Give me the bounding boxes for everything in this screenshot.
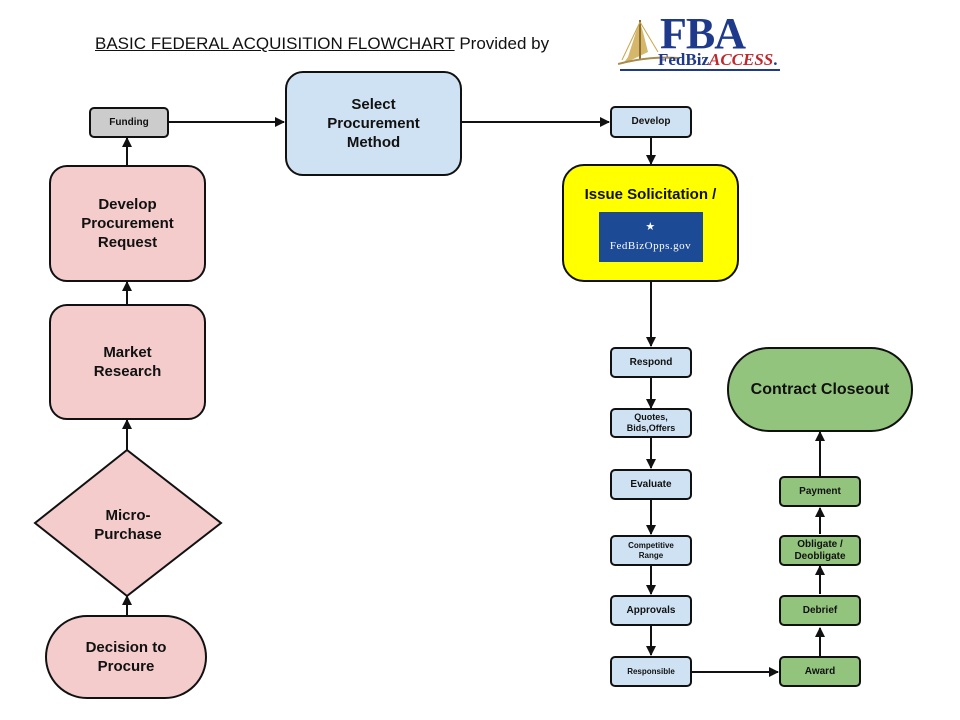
node-approvals[interactable]: Approvals [610,595,692,626]
node-obligate-deobligate[interactable]: Obligate / Deobligate [779,535,861,566]
node-funding[interactable]: Funding [89,107,169,138]
node-develop[interactable]: Develop [610,106,692,138]
node-contract-closeout[interactable]: Contract Closeout [727,347,913,432]
node-respond[interactable]: Respond [610,347,692,378]
node-competitive-range[interactable]: Competitive Range [610,535,692,566]
node-evaluate[interactable]: Evaluate [610,469,692,500]
node-quotes-bids-offers[interactable]: Quotes, Bids,Offers [610,408,692,438]
node-award[interactable]: Award [779,656,861,687]
node-micro-purchase-label[interactable]: Micro- Purchase [35,506,221,544]
fedbizopps-badge[interactable]: ★ FedBizOpps.gov [598,211,703,262]
node-develop-procurement-request[interactable]: Develop Procurement Request [49,165,206,282]
node-decision-to-procure[interactable]: Decision to Procure [45,615,207,699]
node-market-research[interactable]: Market Research [49,304,206,420]
node-responsible[interactable]: Responsible [610,656,692,687]
node-issue-solicitation[interactable]: Issue Solicitation / ★ FedBizOpps.gov [562,164,739,282]
node-debrief[interactable]: Debrief [779,595,861,626]
node-payment[interactable]: Payment [779,476,861,507]
node-select-procurement-method[interactable]: Select Procurement Method [285,71,462,176]
